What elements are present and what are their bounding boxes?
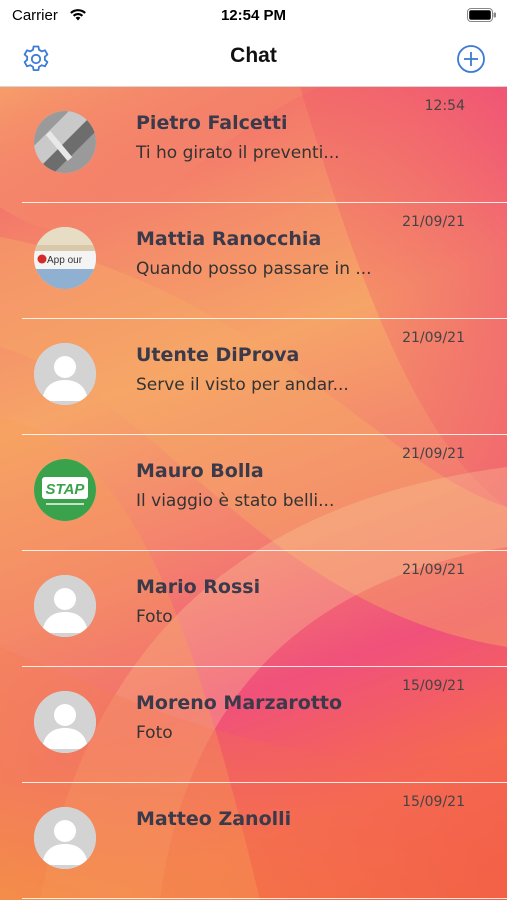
contact-name: Pietro Falcetti	[136, 112, 288, 134]
chat-list-area[interactable]: Pietro Falcetti Ti ho girato il preventi…	[0, 87, 507, 900]
avatar: STAP	[34, 459, 96, 521]
avatar	[34, 807, 96, 869]
chat-row[interactable]: App our Mattia Ranocchia Quando posso pa…	[0, 203, 507, 319]
plus-circle-icon	[457, 45, 485, 73]
message-date: 15/09/21	[402, 678, 465, 694]
message-date: 12:54	[424, 98, 465, 114]
person-placeholder-icon	[34, 343, 96, 405]
message-preview: Ti ho girato il preventi...	[136, 143, 340, 163]
avatar: App our	[34, 227, 96, 289]
chat-row[interactable]: Utente DiProva Serve il visto per andar.…	[0, 319, 507, 435]
contact-name: Utente DiProva	[136, 344, 300, 366]
contact-name: Mattia Ranocchia	[136, 228, 322, 250]
message-preview: Serve il visto per andar...	[136, 375, 349, 395]
person-placeholder-icon	[34, 575, 96, 637]
page-title: Chat	[230, 44, 277, 67]
chat-row[interactable]: Matteo Zanolli 15/09/21	[0, 783, 507, 899]
appour-logo-text: App our	[47, 255, 83, 266]
status-bar: Carrier 12:54 PM	[0, 0, 507, 32]
contact-name: Moreno Marzarotto	[136, 692, 343, 714]
photo-avatar-image	[34, 111, 96, 173]
avatar	[34, 575, 96, 637]
stap-logo-text: STAP	[46, 481, 86, 498]
message-preview: Foto	[136, 607, 173, 627]
chat-row[interactable]: STAP Mauro Bolla Il viaggio è stato bell…	[0, 435, 507, 551]
message-preview: Quando posso passare in ...	[136, 259, 372, 279]
person-placeholder-icon	[34, 691, 96, 753]
contact-name: Mario Rossi	[136, 576, 261, 598]
appour-logo-icon: App our	[34, 227, 96, 289]
message-preview: Il viaggio è stato belli...	[136, 491, 335, 511]
avatar	[34, 691, 96, 753]
chat-row[interactable]: Mario Rossi Foto 21/09/21	[0, 551, 507, 667]
stap-logo-icon: STAP	[34, 459, 96, 521]
message-date: 21/09/21	[402, 330, 465, 346]
status-time: 12:54 PM	[220, 7, 287, 24]
message-preview: Foto	[136, 723, 173, 743]
navigation-bar: Chat	[0, 32, 507, 87]
message-date: 21/09/21	[402, 562, 465, 578]
person-placeholder-icon	[34, 807, 96, 869]
contact-name: Matteo Zanolli	[136, 808, 292, 830]
avatar	[34, 343, 96, 405]
chat-row[interactable]: Pietro Falcetti Ti ho girato il preventi…	[0, 87, 507, 203]
message-date: 15/09/21	[402, 794, 465, 810]
chat-row[interactable]: Moreno Marzarotto Foto 15/09/21	[0, 667, 507, 783]
chat-list: Pietro Falcetti Ti ho girato il preventi…	[0, 87, 507, 899]
battery-icon	[467, 8, 496, 22]
avatar	[34, 111, 96, 173]
message-date: 21/09/21	[402, 214, 465, 230]
new-chat-button[interactable]	[455, 43, 487, 75]
message-date: 21/09/21	[402, 446, 465, 462]
contact-name: Mauro Bolla	[136, 460, 264, 482]
